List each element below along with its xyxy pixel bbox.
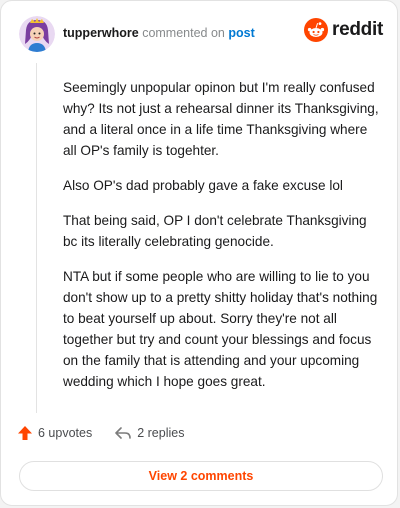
replies-button[interactable]: 2 replies: [114, 425, 184, 441]
upvote-button[interactable]: 6 upvotes: [17, 425, 92, 441]
reply-arrow-icon: [115, 427, 132, 439]
action-text: commented on: [142, 26, 225, 40]
upvote-arrow-icon: [18, 426, 32, 440]
comment-meta: tupperwhore commented on post: [63, 26, 255, 40]
comment-paragraph: Seemingly unpopular opinon but I'm reall…: [63, 80, 379, 158]
comment-paragraph: That being said, OP I don't celebrate Th…: [63, 213, 367, 249]
comment-body: Seemingly unpopular opinon but I'm reall…: [63, 77, 383, 406]
comment-paragraph: NTA but if some people who are willing t…: [63, 269, 378, 389]
replies-count: 2 replies: [137, 426, 185, 440]
logo-text: reddit: [332, 19, 383, 40]
reddit-alien-icon: [304, 18, 329, 42]
avatar[interactable]: [19, 16, 55, 52]
upvote-count: 6 upvotes: [38, 426, 93, 440]
comment-header: tupperwhore commented on post reddit: [19, 16, 383, 52]
thread-line: [36, 63, 37, 413]
view-comments-button[interactable]: View 2 comments: [19, 461, 383, 491]
reddit-logo[interactable]: reddit: [304, 18, 383, 42]
post-link[interactable]: post: [228, 26, 254, 40]
comment-paragraph: Also OP's dad probably gave a fake excus…: [63, 178, 343, 193]
username-link[interactable]: tupperwhore: [63, 26, 139, 40]
avatar-icon: [19, 16, 55, 52]
comment-card: tupperwhore commented on post reddit See…: [0, 0, 398, 506]
comment-actions: 6 upvotes 2 replies: [17, 425, 184, 441]
